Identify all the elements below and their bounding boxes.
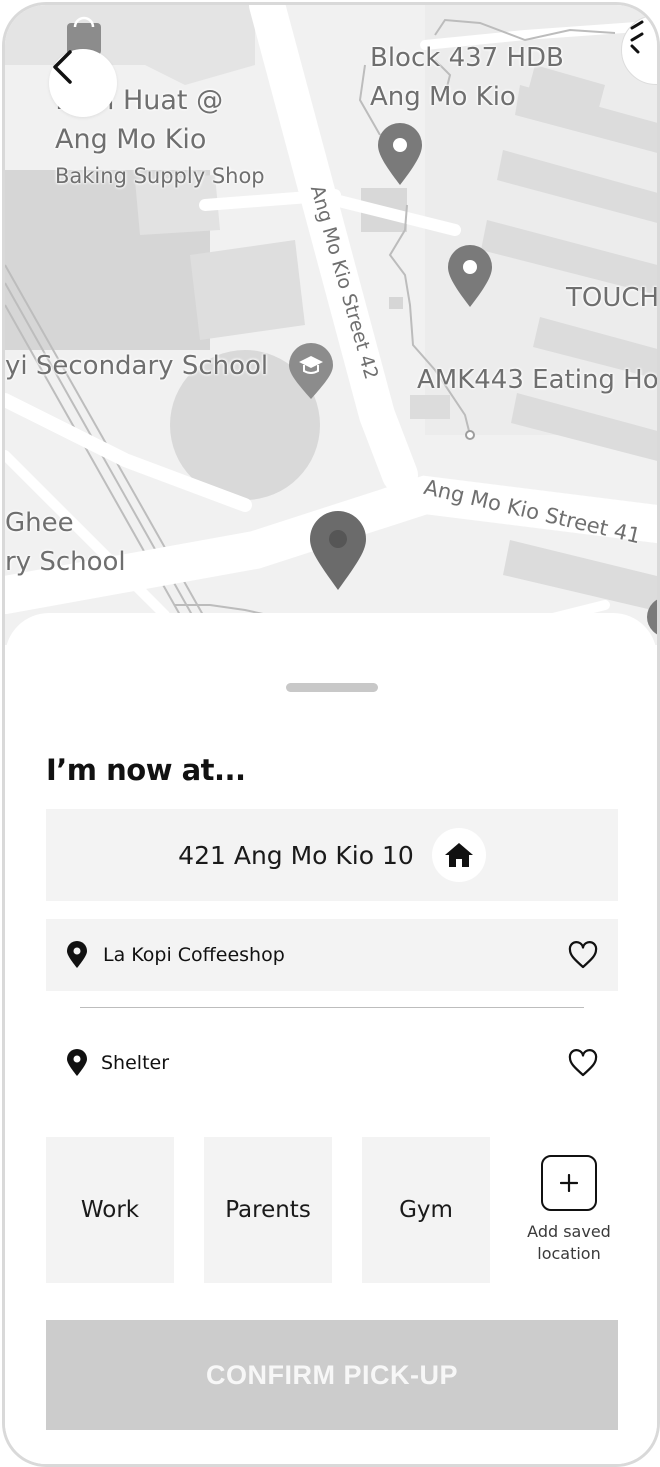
map-control-icon	[630, 20, 644, 54]
sheet-title: I’m now at...	[46, 753, 246, 787]
map-pin-icon	[378, 123, 422, 185]
add-saved-label-line1: Add saved	[527, 1222, 611, 1241]
saved-location-gym[interactable]: Gym	[362, 1137, 490, 1283]
pickup-pin-icon	[310, 511, 366, 590]
back-button[interactable]	[49, 49, 117, 117]
map-label-eating-house: AMK443 Eating Ho	[417, 365, 657, 395]
add-saved-label-line2: location	[537, 1244, 601, 1263]
map-label-ghee: Ghee	[5, 508, 74, 538]
home-icon	[444, 843, 473, 867]
map-label-shop-category: Baking Supply Shop	[55, 164, 265, 188]
confirm-pickup-button[interactable]: CONFIRM PICK-UP	[46, 1320, 618, 1430]
current-location-text: 421 Ang Mo Kio 10	[178, 840, 414, 870]
map-view[interactable]: ...on Huat @ Ang Mo Kio Baking Supply Sh…	[5, 5, 657, 645]
map-label-school: yi Secondary School	[5, 351, 269, 381]
map-label-shop-area: Ang Mo Kio	[55, 124, 207, 155]
heart-icon	[568, 1049, 598, 1077]
divider	[80, 1007, 584, 1008]
favorite-button[interactable]	[568, 941, 598, 969]
map-label-block-area: Ang Mo Kio	[370, 82, 516, 112]
location-row-shelter[interactable]: Shelter	[46, 1027, 618, 1099]
saved-location-parents[interactable]: Parents	[204, 1137, 332, 1283]
location-row-la-kopi[interactable]: La Kopi Coffeeshop	[46, 919, 618, 991]
add-saved-location-button[interactable]: Add saved location	[519, 1155, 619, 1265]
location-sheet: I’m now at... 421 Ang Mo Kio 10 La Kopi …	[5, 613, 657, 1464]
home-badge	[431, 828, 486, 882]
location-pin-icon	[67, 941, 87, 968]
phone-frame: ...on Huat @ Ang Mo Kio Baking Supply Sh…	[2, 2, 660, 1467]
location-pin-icon	[67, 1049, 87, 1076]
heart-icon	[568, 941, 598, 969]
plus-icon	[541, 1155, 597, 1211]
back-arrow-icon	[53, 50, 72, 84]
location-label: La Kopi Coffeeshop	[103, 944, 285, 966]
map-label-ghee-school: ry School	[5, 547, 126, 577]
location-label: Shelter	[101, 1052, 170, 1074]
favorite-button[interactable]	[568, 1049, 598, 1077]
saved-location-work[interactable]: Work	[46, 1137, 174, 1283]
map-label-touch: TOUCH	[566, 283, 657, 313]
add-saved-location-label: Add saved location	[519, 1221, 619, 1265]
map-label-block: Block 437 HDB	[370, 43, 564, 73]
current-location-box[interactable]: 421 Ang Mo Kio 10	[46, 809, 618, 901]
sheet-drag-handle[interactable]	[286, 683, 378, 692]
